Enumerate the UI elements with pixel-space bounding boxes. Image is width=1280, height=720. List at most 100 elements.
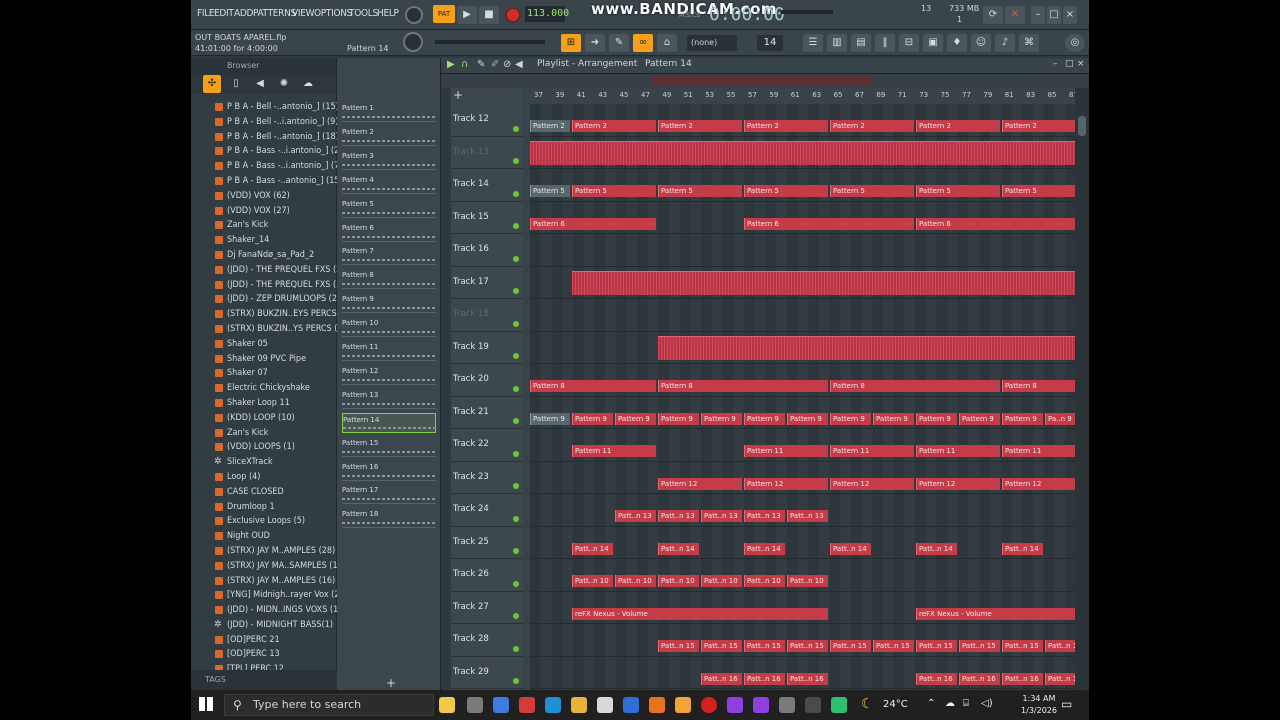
track-header[interactable]: Track 14 [451, 169, 523, 202]
pattern-clip-16[interactable]: Pattern 16 [342, 461, 436, 481]
pattern-clip-12[interactable]: Pattern 12 [342, 365, 436, 385]
track-header[interactable]: Track 26 [451, 559, 523, 592]
weather-moon-icon[interactable]: ☾ [861, 696, 874, 712]
task-view-icon[interactable] [467, 697, 483, 713]
playlist-clip[interactable]: Patt..n 16 [916, 672, 957, 685]
track-mute-led[interactable] [513, 255, 519, 262]
time-selection-overview[interactable] [651, 76, 871, 86]
playlist-clip[interactable]: Pattern 9 [744, 412, 785, 425]
track-header[interactable]: Track 22 [451, 429, 523, 462]
track-mute-led[interactable] [513, 548, 519, 554]
browser-item[interactable]: P B A - Bass -..i.antonio_] (7) [191, 159, 337, 174]
playlist-clip[interactable]: Pattern 9 [658, 412, 699, 425]
track-lane[interactable]: Patt..n 10 Patt..n 10 Patt..n 10 Patt..n 10… [530, 559, 1075, 592]
browser-item[interactable]: Shaker 07 [191, 366, 337, 381]
track-header[interactable]: Track 18 [451, 299, 523, 332]
minimize-icon[interactable]: – [1031, 6, 1045, 24]
app-icon-gray[interactable] [779, 697, 795, 713]
playlist-clip[interactable]: reFX Nexus - Volume [916, 607, 1075, 620]
delete-icon[interactable]: ⊘ [503, 59, 511, 70]
browser-item[interactable]: [OD]PERC 13 [191, 647, 337, 662]
playlist-clip[interactable]: Patt..n 10 [701, 575, 742, 587]
track-mute-led[interactable] [513, 288, 519, 294]
browser-item[interactable]: (JDD) - MIDN..INGS VOXS (1) [191, 603, 337, 618]
mic-icon[interactable]: ♪ [995, 34, 1015, 52]
track-lane[interactable]: reFX Nexus - Volume reFX Nexus - Volume [530, 592, 1075, 624]
track-header[interactable]: Track 24 [451, 494, 523, 527]
browser-item[interactable]: (STRX) JAY MA..SAMPLES (13) [191, 559, 337, 574]
playlist-clip[interactable]: Patt..n 13 [701, 510, 742, 522]
playlist-clip[interactable]: Pattern 5 [530, 185, 570, 197]
playlist-clip[interactable]: Patt..n 15 [916, 640, 957, 652]
snap-selector[interactable]: (none) [687, 35, 737, 51]
playlist-clip[interactable]: Pattern 9 [1002, 412, 1043, 425]
browser-item[interactable]: [TPL] PERC 12 [191, 662, 337, 670]
tray-chevron-icon[interactable]: ⌃ [927, 698, 935, 709]
midi-icon[interactable]: ✕ [1005, 6, 1025, 24]
pattern-clip-9[interactable]: Pattern 9 [342, 293, 436, 314]
playlist-clip[interactable]: Patt..n 15 [1045, 640, 1075, 652]
playlist-clip[interactable]: Pattern 2 [744, 120, 828, 132]
mail-icon[interactable] [623, 697, 639, 713]
menu-help[interactable]: HELP [377, 8, 399, 19]
playlist-clip[interactable]: Pattern 12 [744, 477, 828, 490]
notification-icon[interactable]: ▭ [1061, 697, 1072, 711]
playlist-clip[interactable]: Patt..n 15 [830, 640, 871, 652]
typing-keyboard-icon[interactable]: ⊞ [561, 34, 581, 52]
track-header[interactable]: Track 16 [451, 234, 523, 267]
browser-item[interactable]: (VDD) LOOPS (1) [191, 440, 337, 455]
copilot-icon[interactable] [439, 697, 455, 713]
plugin-icon[interactable]: ♦ [947, 34, 967, 52]
firefox-icon[interactable] [649, 697, 665, 713]
playlist-maximize-icon[interactable]: □ [1065, 59, 1074, 69]
track-mute-led[interactable] [513, 418, 519, 424]
arrow-icon[interactable]: ➜ [585, 34, 605, 52]
playlist-clip[interactable]: Pattern 2 [830, 120, 914, 132]
playlist-clip[interactable]: Patt..n 16 [787, 672, 828, 685]
pattern-clip-2[interactable]: Pattern 2 [342, 126, 436, 146]
magnet-icon[interactable]: ∩ [461, 59, 468, 70]
audio-clip[interactable] [658, 335, 1075, 360]
playlist-arrow-icon[interactable]: ▶ [447, 59, 455, 70]
store-icon-taskbar[interactable] [597, 697, 613, 713]
playlist-clip[interactable]: Pattern 2 [572, 120, 656, 132]
browser-item[interactable]: (STRX) JAY M..AMPLES (28) ★ [191, 544, 337, 559]
pattern-clip-14[interactable]: Pattern 14 [342, 412, 437, 433]
playlist-clip[interactable]: Pattern 2 [916, 120, 1000, 132]
track-lane[interactable] [530, 332, 1075, 364]
browser-item[interactable]: (JDD) - ZEP DRUMLOOPS (2) [191, 292, 337, 307]
app-icon-red[interactable] [519, 697, 535, 713]
playlist-close-icon[interactable]: × [1077, 59, 1085, 69]
track-lane[interactable]: Pattern 8 Pattern 8 Pattern 8 Pattern 8 [530, 364, 1075, 397]
playlist-clip[interactable]: Pattern 5 [572, 185, 656, 197]
playlist-clip[interactable]: Pattern 5 [744, 185, 828, 197]
stop-button[interactable]: ■ [479, 6, 499, 24]
playlist-clip[interactable]: Patt..n 15 [787, 640, 828, 652]
playlist-clip[interactable]: Patt..n 16 [1045, 672, 1075, 685]
playlist-clip[interactable]: reFX Nexus - Volume [572, 607, 828, 620]
browser-item[interactable]: Electric Chickyshake [191, 381, 337, 396]
track-header[interactable]: Track 12 [451, 104, 523, 137]
start-icon[interactable] [199, 697, 213, 711]
track-header[interactable]: Track 25 [451, 527, 523, 559]
browser-item[interactable]: P B A - Bell -..antonio_] (18) [191, 130, 337, 145]
playlist-clip[interactable]: Pattern 2 [658, 120, 742, 132]
track-header[interactable]: Track 13 [451, 137, 523, 169]
pattern-clip-4[interactable]: Pattern 4 [342, 174, 436, 194]
browser-item[interactable]: (VDD) VOX (62) [191, 189, 337, 204]
twitch-icon-2[interactable] [753, 697, 769, 713]
browser-item[interactable]: Dj FanaNdø_sa_Pad_2 [191, 248, 337, 263]
playlist-clip[interactable]: Pattern 5 [916, 185, 1000, 197]
fl-studio-taskbar-icon[interactable] [675, 697, 691, 713]
draw-icon[interactable]: ✎ [609, 34, 629, 52]
tray-speaker-icon[interactable]: ◁) [981, 698, 993, 709]
twitch-icon[interactable] [727, 697, 743, 713]
browser-item[interactable]: Shaker 05 [191, 337, 337, 352]
track-mute-led[interactable] [513, 450, 519, 457]
track-header[interactable]: Track 23 [451, 462, 523, 494]
playlist-clip[interactable]: Pattern 11 [916, 445, 1000, 457]
mixer-icon[interactable]: ‖ [875, 34, 895, 52]
playlist-clip[interactable]: Patt..n 16 [744, 672, 785, 685]
playlist-clip[interactable]: Pattern 11 [830, 445, 914, 457]
playlist-clip[interactable]: Pattern 12 [658, 477, 742, 490]
